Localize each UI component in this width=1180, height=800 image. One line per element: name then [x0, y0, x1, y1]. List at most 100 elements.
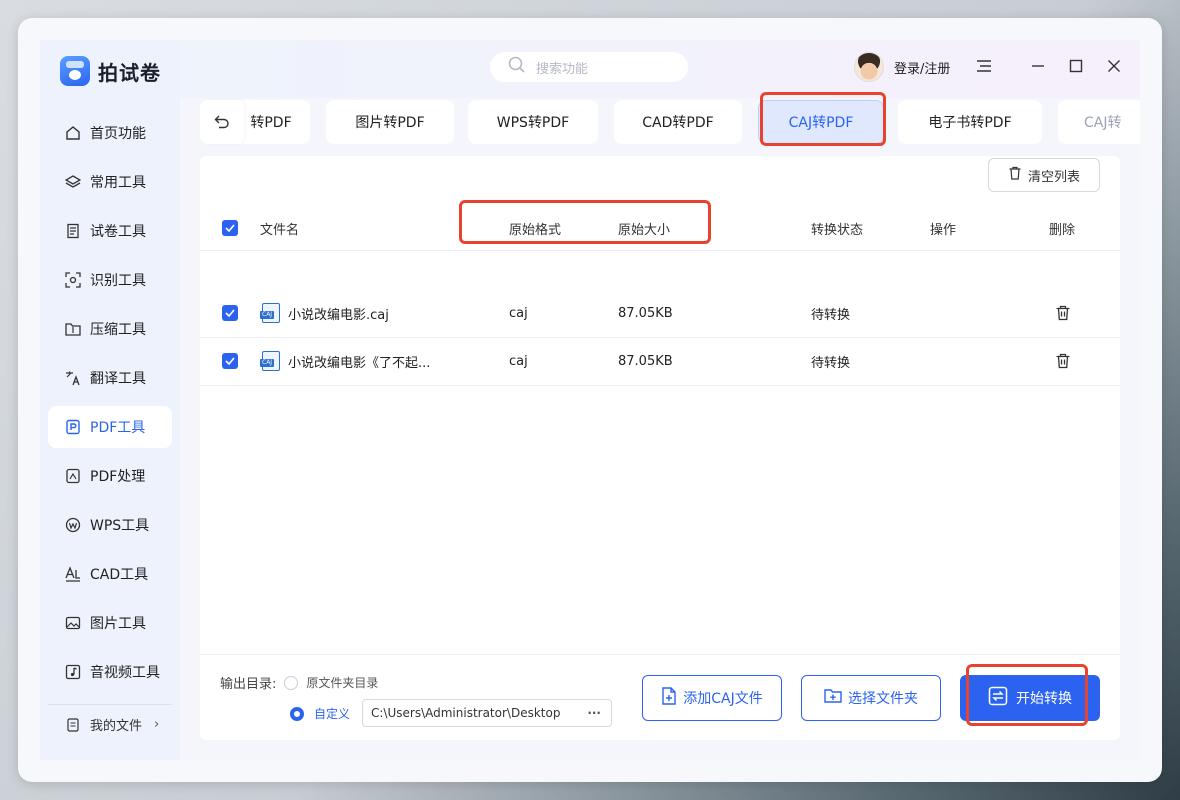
row-checkbox[interactable]: [222, 337, 238, 385]
pdf-edit-icon: [64, 467, 82, 485]
sidebar-item-media-tools[interactable]: 音视频工具: [48, 651, 172, 693]
sidebar-item-image-tools[interactable]: 图片工具: [48, 602, 172, 644]
select-all-checkbox[interactable]: [222, 206, 238, 250]
sidebar-item-label: 音视频工具: [90, 665, 160, 681]
sidebar-item-label: 翻译工具: [90, 371, 146, 387]
output-path-value: C:\Users\Administrator\Desktop: [371, 706, 561, 720]
file-badge: CAJ: [260, 359, 275, 367]
column-header-name: 文件名: [260, 222, 300, 238]
login-link[interactable]: 登录/注册: [894, 58, 950, 77]
search-box[interactable]: 搜索功能: [490, 52, 688, 82]
clear-list-button[interactable]: 清空列表: [988, 158, 1100, 192]
tab-to-pdf[interactable]: 转PDF: [200, 100, 310, 144]
tab-cad-to-pdf[interactable]: CAD转PDF: [614, 100, 742, 144]
sidebar-item-pdf-processing[interactable]: PDF处理: [48, 455, 172, 497]
translate-icon: [64, 369, 82, 387]
file-size: 87.05KB: [618, 305, 673, 321]
output-option-row: 输出目录: 原文件夹目录: [220, 673, 378, 692]
sidebar-item-label: 常用工具: [90, 175, 146, 191]
tab-label: 转PDF: [250, 115, 292, 131]
tab-label: CAJ转PDF: [788, 115, 854, 131]
row-checkbox[interactable]: [222, 289, 238, 337]
file-format: caj: [509, 353, 528, 369]
checkbox-checked-icon: [222, 353, 238, 369]
sidebar-item-label: PDF处理: [90, 469, 146, 485]
sidebar-item-wps-tools[interactable]: WPS工具: [48, 504, 172, 546]
tab-label: WPS转PDF: [496, 115, 570, 131]
search-placeholder: 搜索功能: [536, 61, 589, 77]
my-files-link[interactable]: 我的文件 ›: [48, 704, 172, 744]
logo-icon: [60, 56, 90, 86]
music-icon: [64, 663, 82, 681]
close-icon[interactable]: [1102, 54, 1126, 78]
output-custom-row: 自定义: [290, 705, 350, 722]
file-size: 87.05KB: [618, 353, 673, 369]
avatar[interactable]: [854, 52, 884, 82]
sidebar-item-label: PDF工具: [90, 420, 146, 436]
sidebar-item-compress-tools[interactable]: 压缩工具: [48, 308, 172, 350]
menu-icon[interactable]: [972, 54, 996, 78]
browse-more-button[interactable]: ···: [587, 706, 601, 720]
sidebar-item-home[interactable]: 首页功能: [48, 112, 172, 154]
tab-caj-to-pdf[interactable]: CAJ转PDF: [758, 100, 884, 144]
output-path-field[interactable]: C:\Users\Administrator\Desktop ···: [362, 699, 612, 727]
maximize-icon[interactable]: [1064, 54, 1088, 78]
checkbox-checked-icon: [222, 305, 238, 321]
tab-label: CAD转PDF: [642, 115, 714, 131]
column-header-delete: 删除: [1049, 222, 1076, 238]
pdf-icon: [64, 418, 82, 436]
column-header-status: 转换状态: [811, 222, 864, 238]
my-files-label: 我的文件: [90, 719, 143, 734]
sidebar-item-label: CAD工具: [90, 567, 149, 583]
sidebar-item-label: 试卷工具: [90, 224, 146, 240]
sidebar-item-paper-tools[interactable]: 试卷工具: [48, 210, 172, 252]
search-icon: [508, 56, 526, 78]
add-file-label: 添加CAJ文件: [683, 691, 763, 707]
column-header-format: 原始格式: [509, 222, 562, 238]
tab-label: 图片转PDF: [355, 115, 425, 131]
file-name: 小说改编电影.caj: [288, 307, 389, 323]
sidebar: 拍试卷 首页功能 常用工具 试卷工具 识别工具 压缩工具 翻译工具 PDF工具 …: [40, 40, 180, 760]
start-convert-label: 开始转换: [1016, 691, 1072, 707]
column-header-size: 原始大小: [618, 222, 671, 238]
compress-icon: [64, 320, 82, 338]
file-list-panel: 清空列表 文件名 原始格式 原始大小 转换状态 操作 删除 CAJ 小说改编电影…: [200, 156, 1120, 740]
start-convert-button[interactable]: 开始转换: [960, 675, 1100, 721]
convert-icon: [988, 686, 1008, 710]
tab-ebook-to-pdf[interactable]: 电子书转PDF: [898, 100, 1042, 144]
radio-original-folder[interactable]: [284, 675, 299, 690]
app-logo: 拍试卷: [60, 56, 161, 86]
sidebar-item-ocr-tools[interactable]: 识别工具: [48, 259, 172, 301]
sidebar-item-common-tools[interactable]: 常用工具: [48, 161, 172, 203]
sidebar-item-label: WPS工具: [90, 518, 150, 534]
tab-image-to-pdf[interactable]: 图片转PDF: [326, 100, 454, 144]
sidebar-item-pdf-tools[interactable]: PDF工具: [48, 406, 172, 448]
sidebar-item-label: 压缩工具: [90, 322, 146, 338]
tab-caj-to-other[interactable]: CAJ转: [1058, 100, 1140, 144]
file-icon: [64, 716, 82, 734]
home-icon: [64, 124, 82, 142]
sidebar-item-label: 图片工具: [90, 616, 146, 632]
sidebar-item-cad-tools[interactable]: CAD工具: [48, 553, 172, 595]
radio-custom-label: 自定义: [314, 707, 351, 721]
output-bar: 输出目录: 原文件夹目录 自定义 C:\Users\Administrator\…: [200, 654, 1120, 741]
add-caj-file-button[interactable]: 添加CAJ文件: [642, 675, 782, 721]
add-folder-icon: [824, 688, 842, 708]
paper-icon: [64, 222, 82, 240]
table-row: CAJ 小说改编电影.caj caj 87.05KB 待转换: [200, 289, 1120, 338]
sidebar-item-translate-tools[interactable]: 翻译工具: [48, 357, 172, 399]
choose-folder-label: 选择文件夹: [848, 691, 918, 707]
app-window: 拍试卷 首页功能 常用工具 试卷工具 识别工具 压缩工具 翻译工具 PDF工具 …: [40, 40, 1140, 760]
back-arrow-icon[interactable]: [200, 100, 244, 144]
app-name: 拍试卷: [98, 60, 161, 85]
choose-folder-button[interactable]: 选择文件夹: [801, 675, 941, 721]
delete-icon[interactable]: [1055, 289, 1071, 337]
minimize-icon[interactable]: [1026, 54, 1050, 78]
checkbox-checked-icon: [222, 220, 238, 236]
login-area[interactable]: 登录/注册: [854, 52, 950, 82]
sidebar-item-label: 首页功能: [90, 126, 146, 142]
file-badge: CAJ: [260, 311, 275, 319]
delete-icon[interactable]: [1055, 337, 1071, 385]
radio-custom-folder[interactable]: [290, 706, 304, 721]
tab-wps-to-pdf[interactable]: WPS转PDF: [468, 100, 598, 144]
